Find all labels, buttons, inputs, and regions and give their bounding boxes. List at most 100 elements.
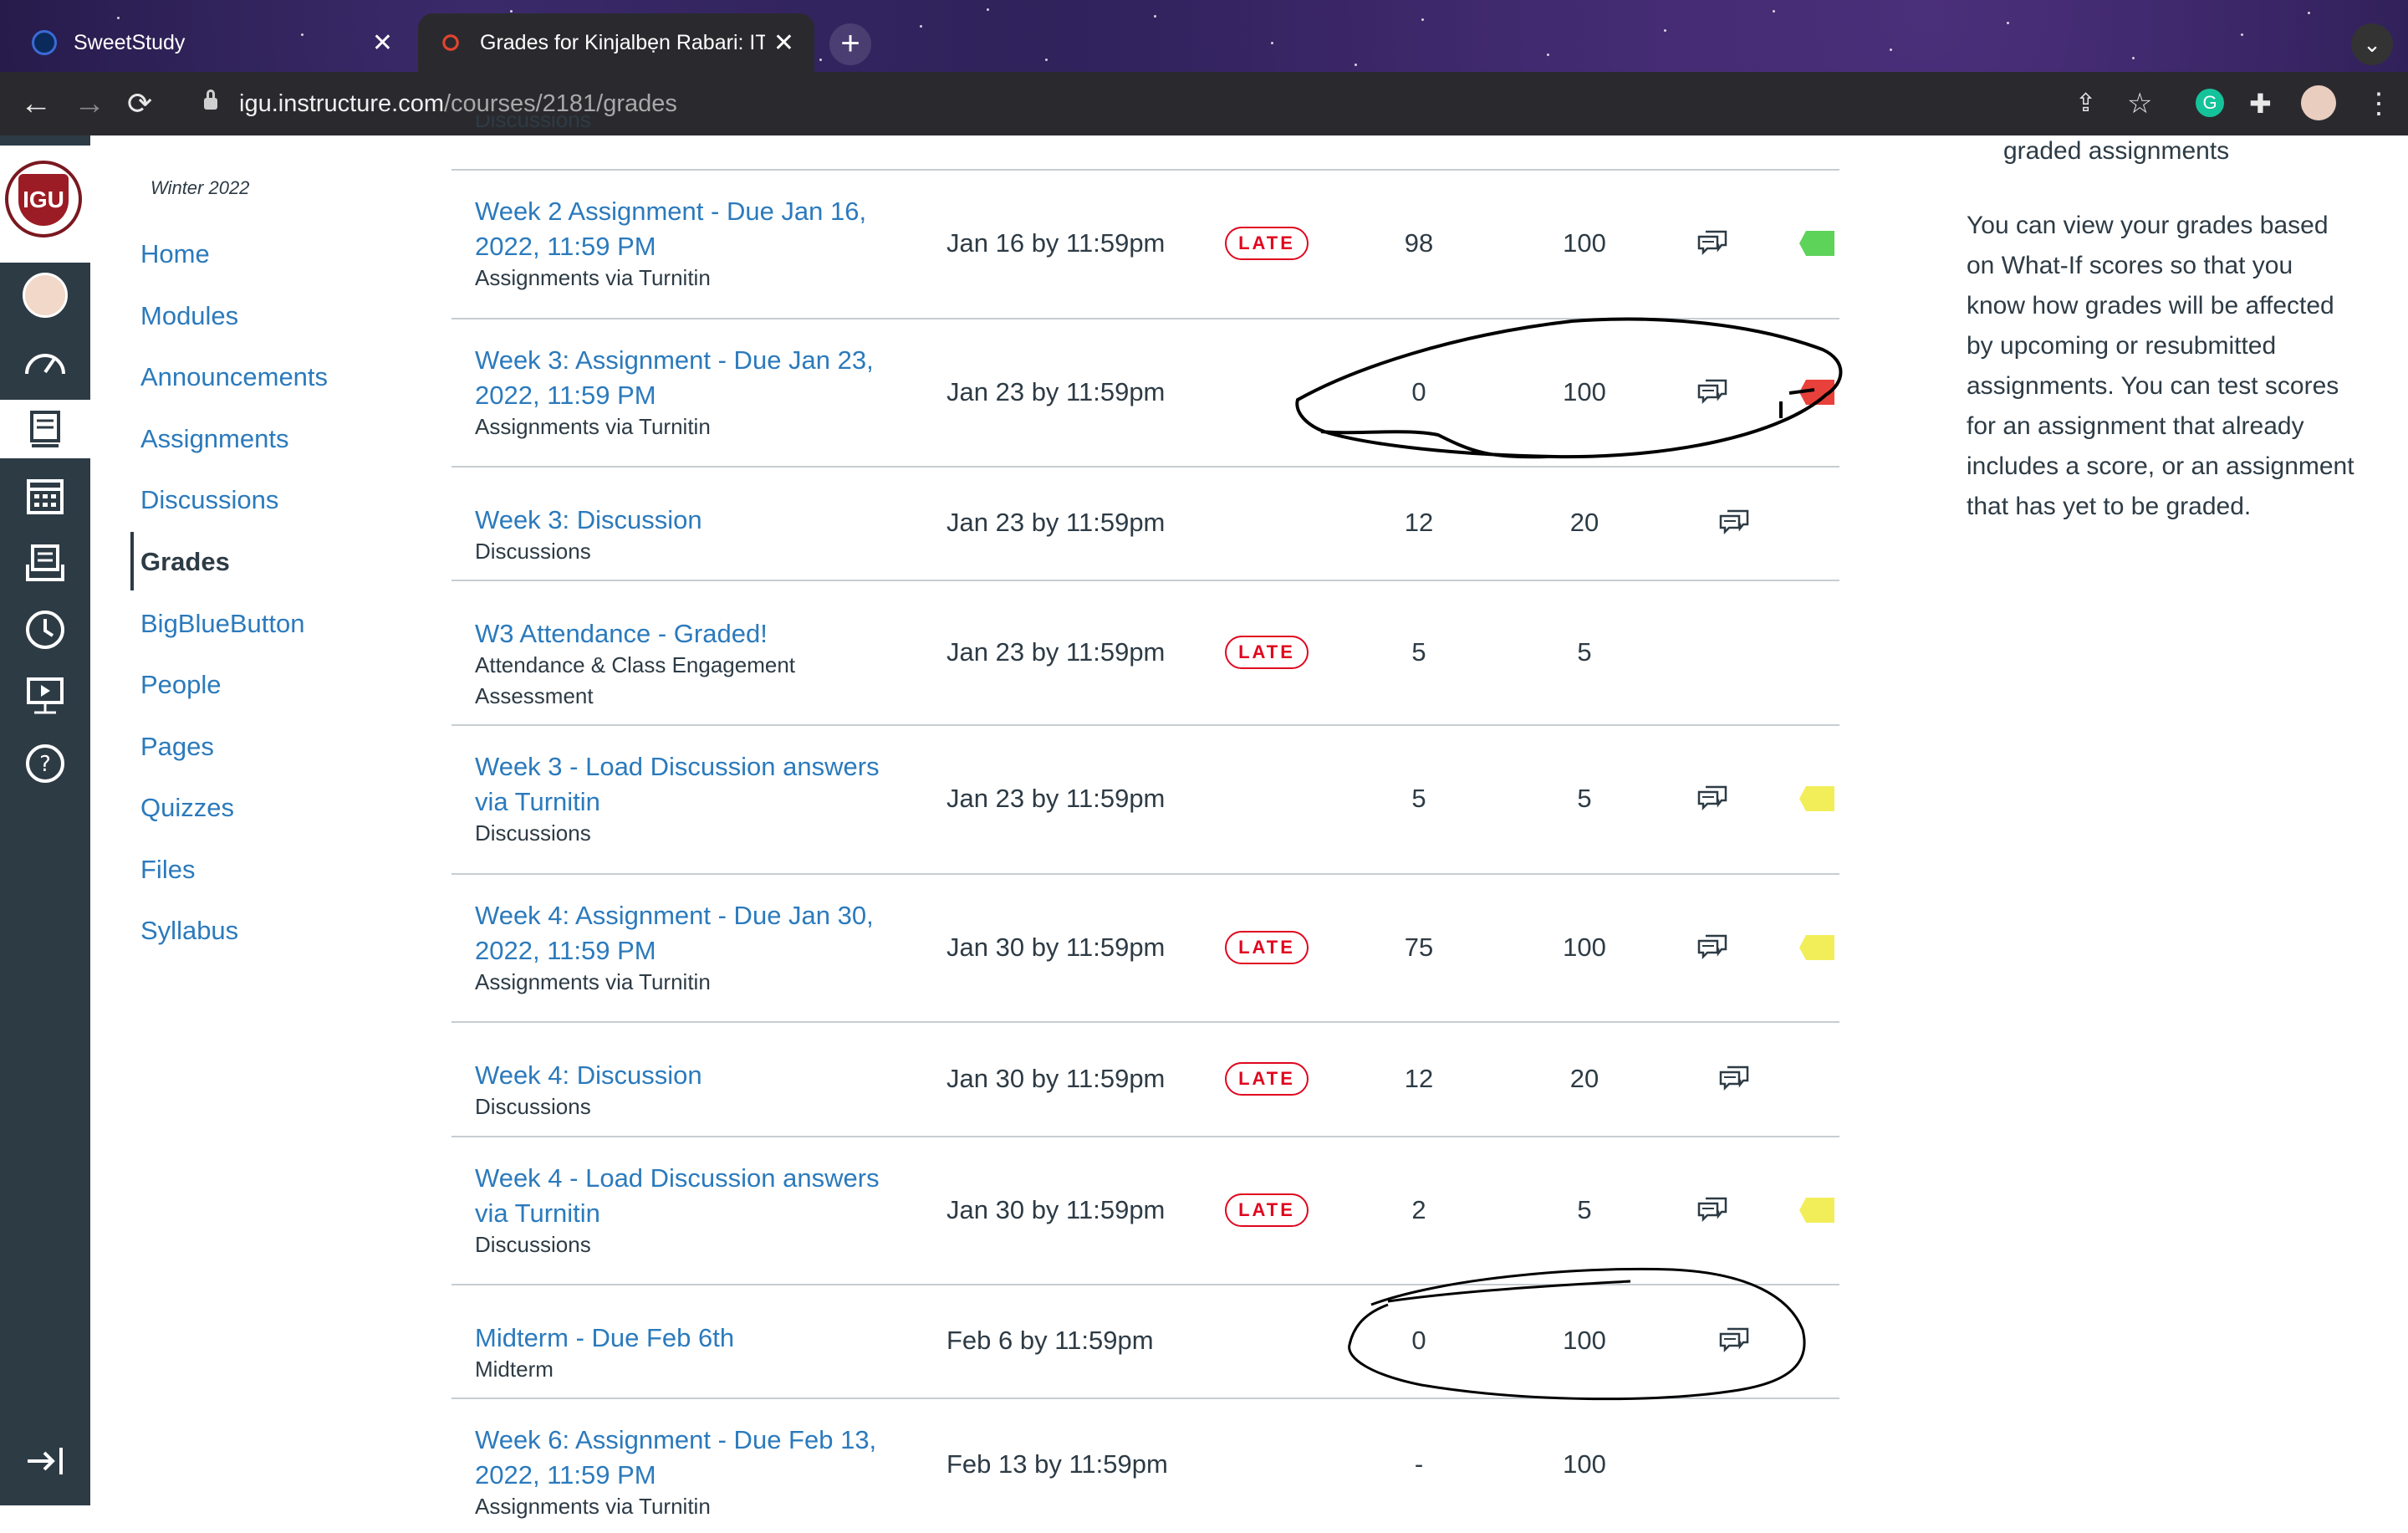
course-nav-files[interactable]: Files bbox=[140, 855, 195, 885]
star-decoration bbox=[652, 50, 655, 53]
logo-shield: IGU bbox=[18, 174, 69, 226]
close-tab-icon[interactable]: ✕ bbox=[372, 28, 393, 58]
help-icon[interactable]: ? bbox=[0, 734, 90, 793]
comments-icon[interactable] bbox=[1697, 1197, 1727, 1222]
points-possible: 100 bbox=[1563, 228, 1606, 258]
account-avatar[interactable] bbox=[0, 266, 90, 324]
clock-icon bbox=[26, 611, 64, 649]
due-date: Jan 23 by 11:59pm bbox=[946, 636, 1166, 667]
course-nav-bigbluebutton[interactable]: BigBlueButton bbox=[140, 609, 304, 639]
late-badge: LATE bbox=[1225, 1193, 1309, 1227]
assignment-title-link[interactable]: 2022, 11:59 PM bbox=[475, 229, 656, 264]
assignment-group-label: Discussions bbox=[475, 539, 591, 564]
comments-icon[interactable] bbox=[1719, 1065, 1749, 1091]
browser-menu-icon[interactable]: ⋮ bbox=[2365, 85, 2393, 122]
profile-avatar-icon[interactable] bbox=[2301, 85, 2336, 120]
url-bar[interactable]: igu.instructure.com/courses/2181/grades bbox=[186, 80, 2025, 127]
sidebar-line: You can view your grades based bbox=[1967, 212, 2329, 239]
tab-search-button[interactable]: ⌄ bbox=[2351, 23, 2393, 65]
new-tab-button[interactable]: + bbox=[829, 23, 871, 65]
bookmark-star-icon[interactable]: ☆ bbox=[2127, 85, 2152, 122]
assignment-title-link[interactable]: 2022, 11:59 PM bbox=[475, 378, 656, 413]
sidebar-line: know how grades will be affected bbox=[1967, 292, 2334, 319]
url-host: igu.instructure.com bbox=[239, 89, 444, 117]
back-arrow-icon[interactable]: ← bbox=[20, 85, 52, 122]
score-value[interactable]: 5 bbox=[1377, 784, 1461, 814]
extensions-puzzle-icon[interactable]: ✚ bbox=[2249, 85, 2272, 122]
course-nav-grades[interactable]: Grades bbox=[140, 547, 230, 577]
assignment-title-link[interactable]: Week 3: Discussion bbox=[475, 503, 702, 538]
active-nav-indicator bbox=[130, 532, 134, 590]
star-decoration bbox=[1045, 59, 1048, 61]
dashboard-icon[interactable] bbox=[0, 333, 90, 391]
assignment-title-link[interactable]: 2022, 11:59 PM bbox=[475, 1458, 656, 1493]
star-decoration bbox=[301, 33, 304, 36]
course-nav-people[interactable]: People bbox=[140, 670, 222, 700]
course-nav-modules[interactable]: Modules bbox=[140, 301, 238, 331]
score-value[interactable]: 5 bbox=[1377, 637, 1461, 667]
course-nav-discussions[interactable]: Discussions bbox=[140, 485, 278, 515]
grammarly-extension-icon[interactable]: G bbox=[2196, 89, 2224, 117]
points-possible: 5 bbox=[1577, 784, 1592, 813]
score-value[interactable]: 75 bbox=[1377, 933, 1461, 963]
course-nav-syllabus[interactable]: Syllabus bbox=[140, 916, 238, 946]
score-value[interactable]: 0 bbox=[1377, 1326, 1461, 1356]
calendar-icon[interactable] bbox=[0, 467, 90, 525]
assignment-group-label: Attendance & Class Engagement bbox=[475, 652, 796, 677]
assignment-title-link[interactable]: 2022, 11:59 PM bbox=[475, 933, 656, 968]
sidebar-line: on What-If scores so that you bbox=[1967, 252, 2293, 279]
score-value[interactable]: 2 bbox=[1377, 1195, 1461, 1225]
star-decoration bbox=[510, 10, 513, 13]
assignment-title-link[interactable]: via Turnitin bbox=[475, 1196, 600, 1231]
comments-icon[interactable] bbox=[1719, 1327, 1749, 1352]
star-decoration bbox=[2308, 12, 2310, 14]
score-value[interactable]: 0 bbox=[1377, 377, 1461, 407]
canvas-favicon-icon bbox=[438, 30, 463, 55]
igu-logo[interactable]: IGU bbox=[0, 146, 90, 263]
share-icon[interactable]: ⇪ bbox=[2075, 85, 2096, 122]
inbox-icon[interactable] bbox=[0, 534, 90, 592]
studio-icon[interactable] bbox=[0, 667, 90, 726]
history-icon[interactable] bbox=[0, 600, 90, 659]
due-date: Jan 23 by 11:59pm bbox=[946, 508, 1166, 537]
assignment-title-link[interactable]: Week 6: Assignment - Due Feb 13, bbox=[475, 1423, 876, 1458]
assignment-title-link[interactable]: Week 4: Discussion bbox=[475, 1058, 702, 1093]
comments-icon[interactable] bbox=[1697, 379, 1727, 404]
assignment-title-link[interactable]: W3 Attendance - Graded! bbox=[475, 616, 768, 652]
comments-icon[interactable] bbox=[1719, 509, 1749, 534]
comments-icon[interactable] bbox=[1697, 934, 1727, 959]
assignment-title-link[interactable]: Week 4 - Load Discussion answers bbox=[475, 1161, 880, 1196]
star-decoration bbox=[920, 25, 922, 28]
score-value[interactable]: 12 bbox=[1377, 508, 1461, 538]
assignment-title-link[interactable]: Week 3: Assignment - Due Jan 23, bbox=[475, 343, 874, 378]
course-nav-assignments[interactable]: Assignments bbox=[140, 424, 288, 454]
forward-arrow-icon[interactable]: → bbox=[74, 85, 105, 122]
comments-icon[interactable] bbox=[1697, 785, 1727, 810]
assignment-title-link[interactable]: Week 4: Assignment - Due Jan 30, bbox=[475, 898, 874, 933]
course-nav-announcements[interactable]: Announcements bbox=[140, 362, 328, 392]
score-value[interactable]: 12 bbox=[1377, 1064, 1461, 1094]
tab-grades[interactable]: Grades for Kinjalben Rabari: IT ✕ bbox=[418, 13, 814, 72]
score-value[interactable]: - bbox=[1377, 1449, 1461, 1479]
gauge-icon bbox=[25, 354, 65, 375]
star-decoration bbox=[2007, 22, 2009, 24]
assignment-title-link[interactable]: Week 3 - Load Discussion answers bbox=[475, 749, 880, 784]
course-nav-quizzes[interactable]: Quizzes bbox=[140, 793, 234, 823]
assignment-title-link[interactable]: Midterm - Due Feb 6th bbox=[475, 1321, 734, 1356]
course-nav-pages[interactable]: Pages bbox=[140, 732, 214, 762]
score-value[interactable]: 98 bbox=[1377, 228, 1461, 258]
reload-icon[interactable]: ⟳ bbox=[127, 85, 152, 122]
assignment-title-link[interactable]: Week 2 Assignment - Due Jan 16, bbox=[475, 194, 866, 229]
partial-row-label: Discussions bbox=[475, 115, 591, 132]
points-possible: 5 bbox=[1577, 636, 1592, 667]
due-date: Jan 23 by 11:59pm bbox=[946, 376, 1166, 406]
points-possible: 100 bbox=[1563, 1449, 1606, 1479]
courses-icon[interactable] bbox=[0, 400, 90, 458]
tab-sweetstudy[interactable]: SweetStudy ✕ bbox=[12, 13, 413, 72]
comments-icon[interactable] bbox=[1697, 230, 1727, 255]
close-tab-icon[interactable]: ✕ bbox=[773, 28, 794, 58]
assignment-title-link[interactable]: via Turnitin bbox=[475, 784, 600, 820]
collapse-nav-icon[interactable] bbox=[0, 1432, 90, 1490]
course-nav-home[interactable]: Home bbox=[140, 239, 210, 269]
sidebar-line: by upcoming or resubmitted bbox=[1967, 332, 2277, 360]
